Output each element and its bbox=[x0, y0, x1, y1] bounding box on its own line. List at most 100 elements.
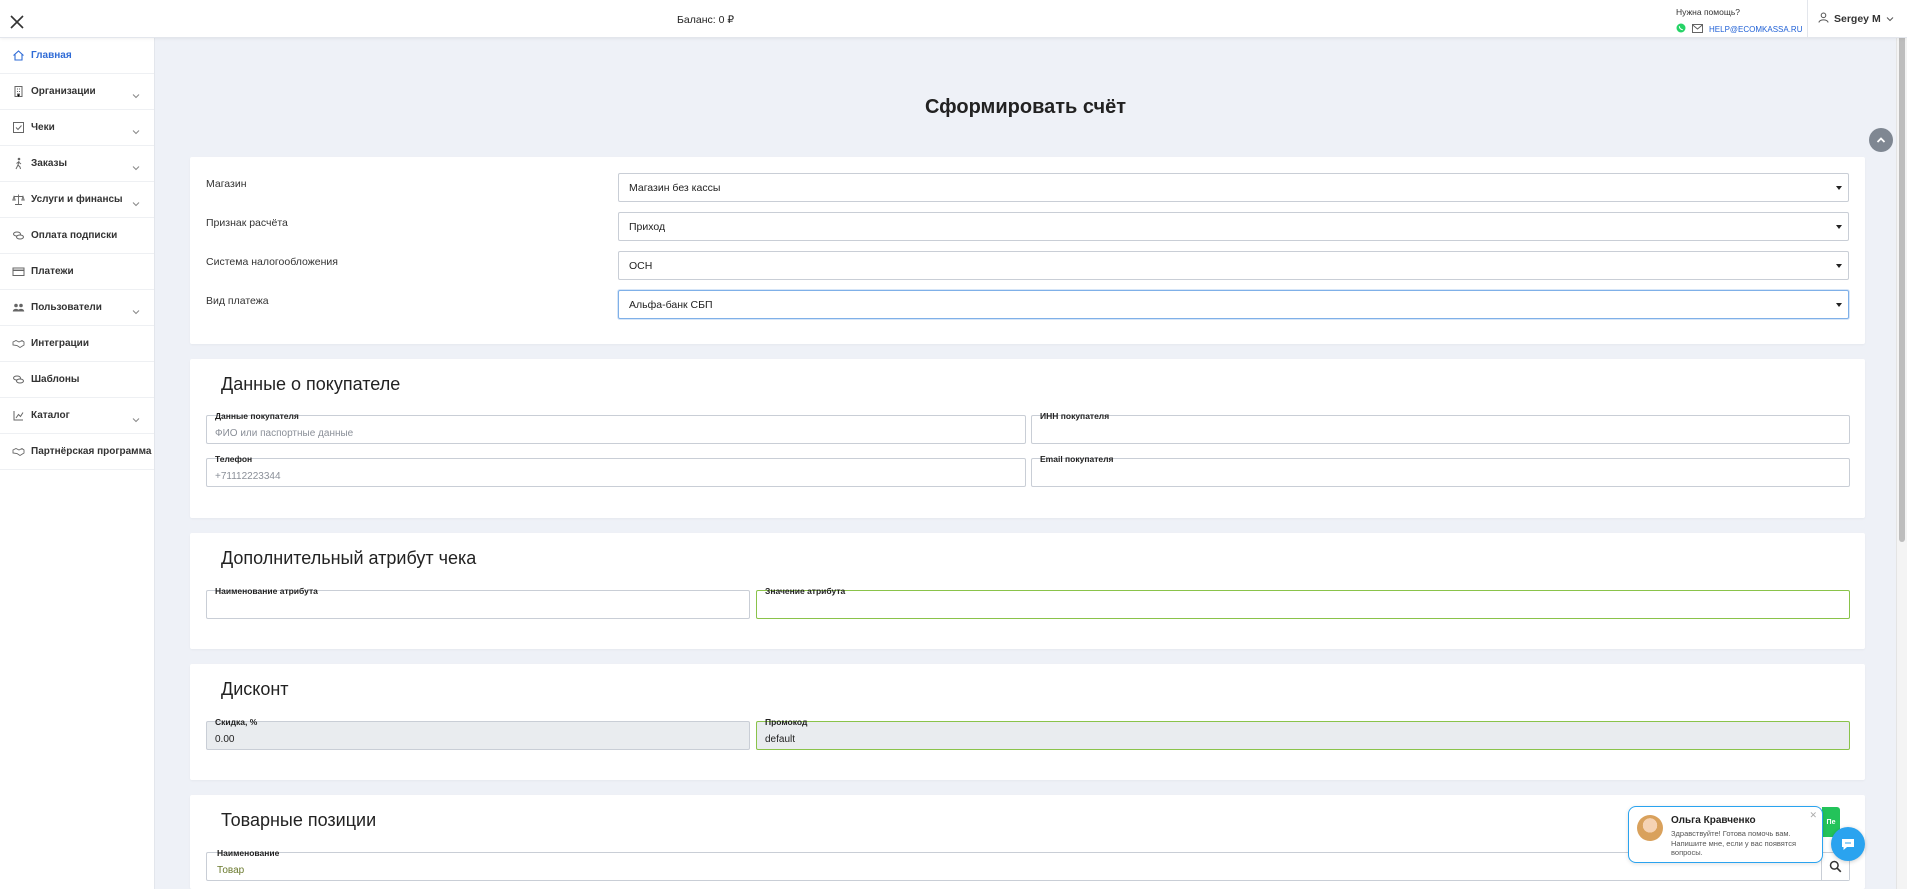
credit-card-icon bbox=[11, 265, 25, 279]
sidebar-item-label: Каталог bbox=[31, 410, 70, 421]
buyer-inn-field[interactable]: ИНН покупателя bbox=[1031, 411, 1850, 444]
chevron-down-icon bbox=[132, 87, 140, 99]
sidebar-item-label: Оплата подписки bbox=[31, 230, 118, 241]
attribute-heading: Дополнительный атрибут чека bbox=[221, 548, 477, 568]
promo-code-input[interactable] bbox=[765, 732, 1841, 746]
help-contacts: HELP@ECOMKASSA.RU bbox=[1676, 23, 1802, 35]
sidebar-item-catalog[interactable]: Каталог bbox=[0, 398, 154, 434]
email-input[interactable] bbox=[1040, 469, 1841, 483]
chevron-down-icon bbox=[132, 303, 140, 315]
sidebar-item-label: Организации bbox=[31, 86, 96, 97]
sidebar-item-services-finance[interactable]: Услуги и финансы bbox=[0, 182, 154, 218]
agent-name: Ольга Кравченко bbox=[1671, 815, 1756, 826]
chat-icon bbox=[1842, 838, 1854, 850]
buyer-name-field[interactable]: Данные покупателя bbox=[206, 411, 1026, 444]
attribute-value-field[interactable]: Значение атрибута bbox=[756, 586, 1850, 619]
page-scrollbar[interactable] bbox=[1896, 0, 1907, 889]
phone-field[interactable]: Телефон bbox=[206, 454, 1026, 487]
chevron-down-icon bbox=[132, 195, 140, 207]
calc-sign-select[interactable]: Приход bbox=[618, 212, 1849, 241]
close-icon[interactable] bbox=[8, 13, 26, 31]
sidebar-item-label: Главная bbox=[31, 50, 72, 61]
users-icon bbox=[11, 301, 25, 315]
payment-type-select[interactable]: Альфа-банк СБП bbox=[618, 290, 1849, 319]
tax-system-select[interactable]: ОСН bbox=[618, 251, 1849, 280]
attribute-name-input[interactable] bbox=[215, 601, 741, 615]
shop-select-value: Магазин без кассы bbox=[629, 181, 721, 194]
shop-select[interactable]: Магазин без кассы bbox=[618, 173, 1849, 202]
phone-input[interactable] bbox=[215, 469, 1017, 483]
close-icon[interactable]: ✕ bbox=[1809, 810, 1817, 821]
sidebar-item-label: Партнёрская программа bbox=[31, 446, 152, 457]
building-icon bbox=[11, 85, 25, 99]
help-title: Нужна помощь? bbox=[1676, 7, 1741, 17]
sidebar-item-label: Заказы bbox=[31, 158, 68, 169]
calc-sign-select-value: Приход bbox=[629, 220, 666, 233]
discount-heading: Дисконт bbox=[221, 679, 289, 699]
catalog-icon bbox=[11, 409, 25, 423]
sidebar-item-integrations[interactable]: Интеграции bbox=[0, 326, 154, 362]
sidebar-item-orders[interactable]: Заказы bbox=[0, 146, 154, 182]
discount-percent-field[interactable]: Скидка, % bbox=[206, 717, 750, 750]
chat-popup[interactable]: Ольга Кравченко Здравствуйте! Готова пом… bbox=[1628, 806, 1823, 863]
attribute-value-label: Значение атрибута bbox=[765, 586, 846, 596]
handshake-icon bbox=[11, 337, 25, 351]
sidebar-item-payments[interactable]: Платежи bbox=[0, 254, 154, 290]
sidebar-item-receipts[interactable]: Чеки bbox=[0, 110, 154, 146]
product-name-input[interactable] bbox=[217, 863, 1843, 877]
page-title: Сформировать счёт bbox=[924, 96, 1127, 118]
top-bar: Баланс: 0 ₽ Нужна помощь? HELP@ECOMKASSA… bbox=[0, 0, 1907, 38]
chevron-up-icon bbox=[1876, 137, 1886, 143]
promo-code-field[interactable]: Промокод bbox=[756, 717, 1850, 750]
caret-down-icon bbox=[1836, 225, 1842, 229]
attribute-value-input[interactable] bbox=[765, 601, 1841, 615]
checkbox-icon bbox=[11, 121, 25, 135]
chat-message: Здравствуйте! Готова помочь вам. Напишит… bbox=[1671, 829, 1797, 857]
user-menu[interactable]: Sergey M bbox=[1818, 12, 1894, 26]
tax-system-select-value: ОСН bbox=[629, 259, 653, 272]
buyer-inn-label: ИНН покупателя bbox=[1040, 411, 1110, 421]
buyer-name-input[interactable] bbox=[215, 426, 1017, 440]
sidebar-item-home[interactable]: Главная bbox=[0, 38, 154, 74]
mail-icon bbox=[1692, 20, 1703, 38]
calc-sign-label: Признак расчёта bbox=[206, 217, 288, 229]
tax-system-label: Система налогообложения bbox=[206, 256, 338, 268]
sidebar-item-organizations[interactable]: Организации bbox=[0, 74, 154, 110]
payment-type-select-value: Альфа-банк СБП bbox=[629, 298, 713, 311]
whatsapp-icon[interactable] bbox=[1676, 20, 1686, 38]
receipt-attribute-card: Дополнительный атрибут чека Наименование… bbox=[190, 533, 1865, 649]
shop-label: Магазин bbox=[206, 178, 247, 190]
attribute-name-field[interactable]: Наименование атрибута bbox=[206, 586, 750, 619]
home-icon bbox=[11, 49, 25, 63]
sidebar-item-templates[interactable]: Шаблоны bbox=[0, 362, 154, 398]
sidebar: Главная Организации Чеки Заказы Услуги и… bbox=[0, 38, 155, 889]
scrollbar-thumb[interactable] bbox=[1899, 12, 1905, 542]
walking-person-icon bbox=[11, 157, 25, 171]
buyer-inn-input[interactable] bbox=[1040, 426, 1841, 440]
discount-percent-input[interactable] bbox=[215, 732, 741, 746]
coins-icon bbox=[11, 373, 25, 387]
caret-down-icon bbox=[1836, 264, 1842, 268]
invoice-settings-card: Магазин Магазин без кассы Признак расчёт… bbox=[190, 157, 1865, 344]
products-card: Товарные позиции Наименование bbox=[190, 795, 1865, 889]
attribute-name-label: Наименование атрибута bbox=[215, 586, 318, 596]
email-field[interactable]: Email покупателя bbox=[1031, 454, 1850, 487]
tax-system-row: Система налогообложения ОСН bbox=[206, 251, 1849, 280]
sidebar-item-partner-program[interactable]: Партнёрская программа bbox=[0, 434, 154, 470]
product-name-label: Наименование bbox=[217, 848, 280, 858]
topbar-divider bbox=[1807, 0, 1808, 38]
handshake-icon bbox=[11, 445, 25, 459]
user-name: Sergey M bbox=[1834, 13, 1881, 25]
chat-open-button[interactable] bbox=[1831, 827, 1865, 861]
payment-type-row: Вид платежа Альфа-банк СБП bbox=[206, 290, 1849, 319]
sidebar-item-users[interactable]: Пользователи bbox=[0, 290, 154, 326]
product-name-field[interactable]: Наименование bbox=[206, 848, 1850, 881]
help-email-link[interactable]: HELP@ECOMKASSA.RU bbox=[1709, 25, 1802, 34]
buyer-name-label: Данные покупателя bbox=[215, 411, 299, 421]
caret-down-icon bbox=[1836, 186, 1842, 190]
scales-icon bbox=[11, 193, 25, 207]
chevron-down-icon bbox=[132, 159, 140, 171]
sidebar-item-subscription-payment[interactable]: Оплата подписки bbox=[0, 218, 154, 254]
scroll-to-top-button[interactable] bbox=[1869, 128, 1893, 152]
sidebar-item-label: Шаблоны bbox=[31, 374, 80, 385]
